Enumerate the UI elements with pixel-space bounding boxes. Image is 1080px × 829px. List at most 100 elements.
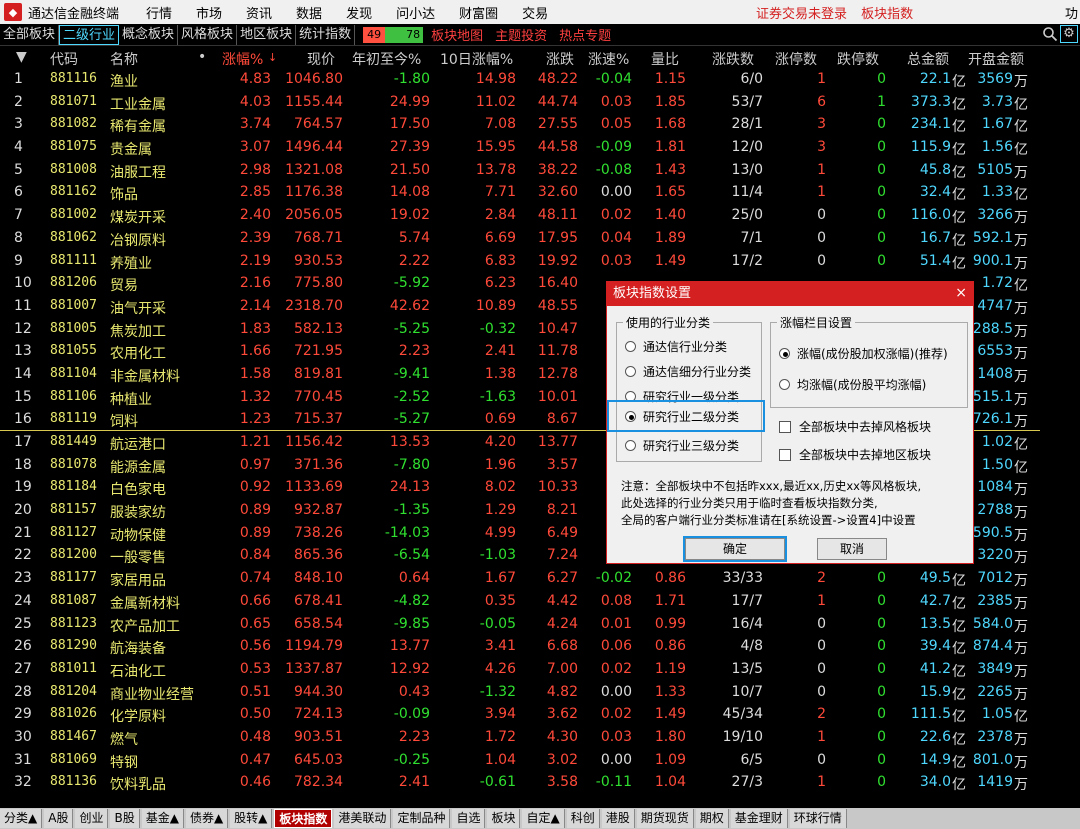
link-hot-topics[interactable]: 热点专题 bbox=[559, 25, 611, 44]
bottom-tab-6[interactable]: 股转▲ bbox=[230, 809, 273, 828]
tab-statistics-index[interactable]: 统计指数 bbox=[296, 24, 356, 45]
table-row[interactable]: 29 881026 化学原料 0.50 724.13 -0.09 3.94 3.62 0.02 1… bbox=[0, 704, 1080, 727]
col-open-amount[interactable]: 开盘金额 bbox=[968, 49, 1024, 69]
note-line: 全局的客户端行业分类标准请在[系统设置->设置4]中设置 bbox=[621, 513, 916, 527]
bottom-tab-5[interactable]: 债券▲ bbox=[185, 809, 229, 828]
bottom-tab-13[interactable]: 科创 bbox=[566, 809, 600, 828]
menu-item-jiaoyi[interactable]: 交易 bbox=[522, 3, 548, 22]
menu-item-shichang[interactable]: 市场 bbox=[196, 3, 222, 22]
menu-item-hangqing[interactable]: 行情 bbox=[146, 3, 172, 22]
col-limit-down[interactable]: 跌停数 bbox=[837, 49, 879, 69]
table-row[interactable]: 7 881002 煤炭开采 2.40 2056.05 19.02 2.84 48.11 0.02… bbox=[0, 205, 1080, 228]
table-row[interactable]: 5 881008 油服工程 2.98 1321.08 21.50 13.78 38.22 -0.… bbox=[0, 160, 1080, 183]
col-up-down-count[interactable]: 涨跌数 bbox=[712, 49, 754, 69]
sector-code: 881157 bbox=[50, 502, 97, 518]
change-pct: 1.66 bbox=[239, 343, 271, 360]
radio-icon[interactable] bbox=[625, 341, 636, 352]
table-row[interactable]: 4 881075 贵金属 3.07 1496.44 27.39 15.95 44.58 -0.0… bbox=[0, 137, 1080, 160]
col-price[interactable]: 现价 bbox=[307, 49, 335, 69]
table-row[interactable]: 24 881087 金属新材料 0.66 678.41 -4.82 0.35 4.42 0.08… bbox=[0, 591, 1080, 614]
limit-down: 0 bbox=[877, 184, 886, 201]
table-row[interactable]: 1 881116 渔业 4.83 1046.80 -1.80 14.98 48.22 -0.04… bbox=[0, 69, 1080, 92]
menu-item-faxian[interactable]: 发现 bbox=[346, 3, 372, 22]
cancel-button[interactable]: 取消 bbox=[817, 538, 887, 560]
radio-icon[interactable] bbox=[625, 440, 636, 451]
bottom-tab-2[interactable]: 创业 bbox=[75, 809, 109, 828]
sort-arrow-icon[interactable]: ▼ bbox=[16, 49, 27, 65]
col-10d-pct[interactable]: 10日涨幅% bbox=[440, 49, 513, 69]
bottom-tab-18[interactable]: 环球行情 bbox=[789, 809, 847, 828]
bottom-tab-11[interactable]: 板块 bbox=[487, 809, 521, 828]
login-status[interactable]: 证券交易未登录 bbox=[756, 7, 847, 22]
col-speed[interactable]: 涨速% bbox=[588, 49, 629, 69]
table-row[interactable]: 30 881467 燃气 0.48 903.51 2.23 1.72 4.30 0.03 1.80… bbox=[0, 727, 1080, 750]
radio-icon[interactable] bbox=[625, 366, 636, 377]
bottom-tab-14[interactable]: 港股 bbox=[601, 809, 635, 828]
radio-weighted-change[interactable]: 涨幅(成份股加权涨幅)(推荐) bbox=[779, 345, 948, 362]
bottom-tab-12[interactable]: 自定▲ bbox=[522, 809, 565, 828]
close-icon[interactable]: × bbox=[955, 285, 967, 301]
radio-tdx-industry[interactable]: 通达信行业分类 bbox=[625, 338, 727, 355]
bottom-tab-16[interactable]: 期权 bbox=[695, 809, 729, 828]
radio-icon[interactable] bbox=[779, 379, 790, 390]
gear-icon[interactable]: ⚙ bbox=[1060, 25, 1078, 43]
bottom-tab-10[interactable]: 自选 bbox=[452, 809, 486, 828]
table-row[interactable]: 2 881071 工业金属 4.03 1155.44 24.99 11.02 44.74 0.0… bbox=[0, 92, 1080, 115]
check-remove-region[interactable]: 全部板块中去掉地区板块 bbox=[779, 446, 931, 463]
bottom-tab-3[interactable]: B股 bbox=[110, 809, 140, 828]
col-change-pct[interactable]: 涨幅% bbox=[222, 49, 263, 69]
tab-style[interactable]: 风格板块 bbox=[178, 24, 238, 45]
checkbox-icon[interactable] bbox=[779, 420, 791, 433]
tab-all-sectors[interactable]: 全部板块 bbox=[0, 24, 60, 45]
radio-icon[interactable] bbox=[625, 391, 636, 402]
bottom-tab-1[interactable]: A股 bbox=[44, 809, 74, 828]
table-row[interactable]: 32 881136 饮料乳品 0.46 782.34 2.41 -0.61 3.58 -0.11… bbox=[0, 772, 1080, 795]
table-row[interactable]: 27 881011 石油化工 0.53 1337.87 12.92 4.26 7.00 0.02… bbox=[0, 659, 1080, 682]
radio-selected-icon[interactable] bbox=[779, 348, 790, 359]
radio-research-level2[interactable]: 研究行业二级分类 bbox=[607, 400, 765, 432]
link-theme-invest[interactable]: 主题投资 bbox=[495, 25, 547, 44]
col-code[interactable]: 代码 bbox=[50, 49, 78, 69]
col-change[interactable]: 涨跌 bbox=[546, 49, 574, 69]
link-sector-map[interactable]: 板块地图 bbox=[431, 25, 483, 44]
tab-level2-industry[interactable]: 二级行业 bbox=[59, 24, 120, 45]
col-name[interactable]: 名称 bbox=[110, 49, 138, 69]
menu-item-zixun[interactable]: 资讯 bbox=[246, 3, 272, 22]
menu-item-caifuquan[interactable]: 财富圈 bbox=[459, 3, 498, 22]
menu-item-wenxiaoda[interactable]: 问小达 bbox=[396, 3, 435, 22]
ok-button[interactable]: 确定 bbox=[683, 536, 787, 562]
table-row[interactable]: 8 881062 冶钢原料 2.39 768.71 5.74 6.69 17.95 0.04 1.… bbox=[0, 228, 1080, 251]
col-total-amount[interactable]: 总金额 bbox=[907, 49, 949, 69]
table-row[interactable]: 31 881069 特钢 0.47 645.03 -0.25 1.04 3.02 0.00 1.0… bbox=[0, 750, 1080, 773]
col-volume-ratio[interactable]: 量比 bbox=[651, 49, 679, 69]
radio-average-change[interactable]: 均涨幅(成份股平均涨幅) bbox=[779, 376, 926, 393]
radio-tdx-sub-industry[interactable]: 通达信细分行业分类 bbox=[625, 363, 751, 380]
bottom-tab-8[interactable]: 港美联动 bbox=[334, 809, 392, 828]
check-remove-style[interactable]: 全部板块中去掉风格板块 bbox=[779, 418, 931, 435]
table-row[interactable]: 6 881162 饰品 2.85 1176.38 14.08 7.71 32.60 0.00 1.… bbox=[0, 182, 1080, 205]
bottom-tab-7[interactable]: 板块指数 bbox=[274, 809, 333, 828]
table-row[interactable]: 28 881204 商业物业经营 0.51 944.30 0.43 -1.32 4.82 0.0… bbox=[0, 682, 1080, 705]
tab-concept[interactable]: 概念板块 bbox=[119, 24, 179, 45]
bottom-tab-4[interactable]: 基金▲ bbox=[141, 809, 184, 828]
table-row[interactable]: 3 881082 稀有金属 3.74 764.57 17.50 7.08 27.55 0.05 1… bbox=[0, 114, 1080, 137]
table-row[interactable]: 25 881123 农产品加工 0.65 658.54 -9.85 -0.05 4.24 0.0… bbox=[0, 614, 1080, 637]
tab-region[interactable]: 地区板块 bbox=[237, 24, 297, 45]
bottom-tab-9[interactable]: 定制品种 bbox=[393, 809, 451, 828]
radio-selected-icon[interactable] bbox=[625, 410, 636, 422]
search-icon[interactable] bbox=[1042, 26, 1058, 42]
function-menu[interactable]: 功 bbox=[1065, 3, 1078, 22]
table-row[interactable]: 23 881177 家居用品 0.74 848.10 0.64 1.67 6.27 -0.02 0… bbox=[0, 568, 1080, 591]
table-row[interactable]: 9 881111 养殖业 2.19 930.53 2.22 6.83 19.92 0.03 1.4… bbox=[0, 251, 1080, 274]
col-ytd-pct[interactable]: 年初至今% bbox=[352, 49, 421, 69]
table-row[interactable]: 26 881290 航海装备 0.56 1194.79 13.77 3.41 6.68 0.06… bbox=[0, 636, 1080, 659]
bottom-tab-0[interactable]: 分类▲ bbox=[0, 809, 43, 828]
ytd-pct: -5.27 bbox=[393, 411, 430, 428]
radio-research-level3[interactable]: 研究行业三级分类 bbox=[625, 437, 739, 454]
bottom-tab-17[interactable]: 基金理财 bbox=[730, 809, 788, 828]
10d-pct: 6.83 bbox=[484, 252, 516, 269]
menu-item-shuju[interactable]: 数据 bbox=[296, 3, 322, 22]
bottom-tab-15[interactable]: 期货现货 bbox=[636, 809, 694, 828]
col-limit-up[interactable]: 涨停数 bbox=[775, 49, 817, 69]
checkbox-icon[interactable] bbox=[779, 448, 791, 461]
